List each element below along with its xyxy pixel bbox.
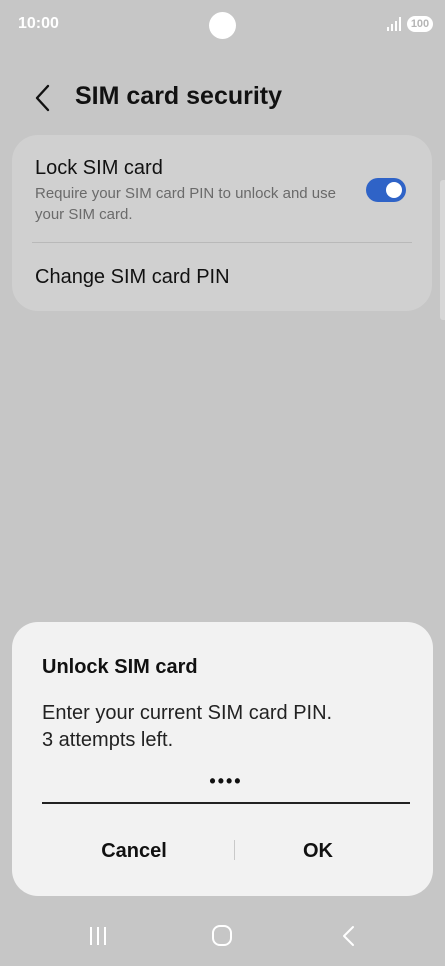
cancel-button[interactable]: Cancel — [42, 827, 226, 875]
pin-input[interactable]: •••• — [42, 762, 410, 804]
lock-sim-card-toggle[interactable] — [366, 178, 406, 202]
status-time: 10:00 — [18, 15, 59, 32]
toggle-knob — [386, 182, 402, 198]
scroll-indicator[interactable] — [440, 180, 445, 320]
home-button[interactable] — [202, 920, 242, 952]
change-sim-pin-label: Change SIM card PIN — [35, 266, 230, 288]
chevron-left-icon — [35, 84, 50, 112]
lock-sim-card-description: Require your SIM card PIN to unlock and … — [35, 185, 336, 223]
recents-button[interactable] — [78, 920, 118, 952]
dialog-title: Unlock SIM card — [42, 656, 198, 678]
change-sim-pin-row[interactable]: Change SIM card PIN — [12, 243, 432, 311]
header: SIM card security — [0, 72, 445, 122]
lock-sim-card-title: Lock SIM card — [35, 157, 163, 179]
back-button[interactable] — [28, 80, 60, 116]
battery-indicator: 100 — [407, 16, 433, 32]
status-bar: 10:00 100 — [0, 0, 445, 50]
dialog-message-line: Enter your current SIM card PIN. — [42, 702, 333, 724]
navigation-bar — [0, 910, 445, 966]
page-title: SIM card security — [75, 82, 283, 110]
ok-button[interactable]: OK — [226, 827, 410, 875]
back-icon — [343, 926, 354, 946]
dialog-buttons: Cancel OK — [42, 827, 410, 875]
recents-icon — [90, 927, 106, 945]
signal-icon — [387, 17, 401, 31]
camera-cutout — [209, 12, 236, 39]
attempts-left-text: 3 attempts left. — [42, 729, 174, 751]
unlock-sim-dialog: Unlock SIM card Enter your current SIM c… — [12, 622, 433, 896]
home-icon — [212, 925, 232, 946]
lock-sim-card-row[interactable]: Lock SIM card Require your SIM card PIN … — [12, 135, 432, 242]
settings-card: Lock SIM card Require your SIM card PIN … — [12, 135, 432, 311]
nav-back-button[interactable] — [328, 920, 368, 952]
dialog-message: Enter your current SIM card PIN. 3 attem… — [42, 700, 332, 754]
